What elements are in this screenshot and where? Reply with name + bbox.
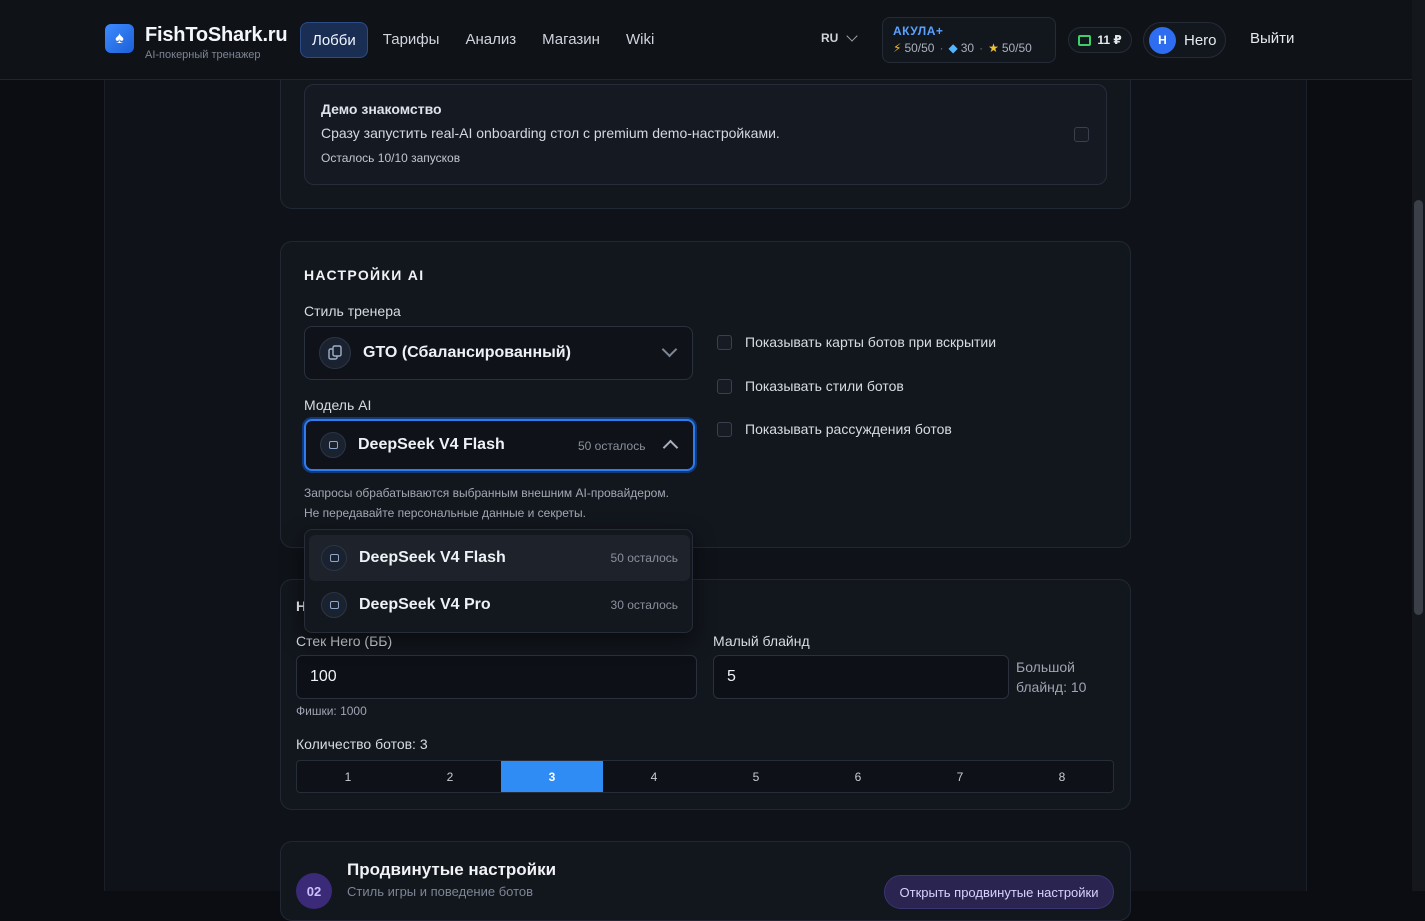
model-icon — [320, 432, 346, 458]
bots-option-6[interactable]: 6 — [807, 761, 909, 792]
show-bot-cards-checkbox[interactable] — [717, 334, 732, 350]
brand-subtitle: AI-покерный тренажер — [145, 49, 261, 61]
bots-option-1[interactable]: 1 — [297, 761, 399, 792]
demo-title: Демо знакомство — [321, 101, 442, 117]
model-option-remaining: 50 осталось — [610, 551, 678, 565]
bots-option-4[interactable]: 4 — [603, 761, 705, 792]
user-menu[interactable]: H Hero — [1143, 22, 1226, 58]
plan-stats: ⚡ 50/50 · ◆ 30 · ★ 50/50 — [893, 41, 1045, 55]
model-option-label: DeepSeek V4 Flash — [359, 549, 506, 566]
model-select[interactable]: DeepSeek V4 Flash 50 осталось — [304, 419, 695, 471]
model-option-flash[interactable]: DeepSeek V4 Flash 50 осталось — [309, 535, 690, 581]
bots-option-7[interactable]: 7 — [909, 761, 1011, 792]
nav-shop[interactable]: Магазин — [531, 22, 611, 58]
bots-option-3[interactable]: 3 — [501, 761, 603, 792]
nav-wiki[interactable]: Wiki — [615, 22, 665, 58]
big-blind-line-2: блайнд: 10 — [1016, 679, 1087, 695]
bots-count-selector: 1 2 3 4 5 6 7 8 — [296, 760, 1114, 793]
model-option-pro[interactable]: DeepSeek V4 Pro 30 осталось — [309, 582, 690, 628]
bots-option-5[interactable]: 5 — [705, 761, 807, 792]
gems-value: 30 — [960, 41, 975, 55]
demo-option[interactable]: Демо знакомство Сразу запустить real-AI … — [304, 84, 1107, 185]
model-dropdown: DeepSeek V4 Flash 50 осталось DeepSeek V… — [304, 529, 693, 633]
advanced-title: Продвинутые настройки — [347, 860, 557, 879]
advanced-description: Стиль игры и поведение ботов — [347, 884, 534, 899]
demo-checkbox[interactable] — [1074, 127, 1089, 142]
lightning-icon: ⚡ — [893, 41, 902, 55]
bots-count-label: Количество ботов: 3 — [296, 736, 428, 752]
separator: · — [939, 41, 944, 55]
logout-button[interactable]: Выйти — [1250, 30, 1294, 47]
ai-settings-title: НАСТРОЙКИ AI — [304, 267, 425, 283]
demo-description: Сразу запустить real-AI onboarding стол … — [321, 125, 780, 141]
show-bot-reasoning-checkbox[interactable] — [717, 421, 732, 437]
model-value: DeepSeek V4 Flash — [358, 436, 505, 453]
wallet-amount: 11 ₽ — [1097, 33, 1122, 47]
option-show-bot-styles[interactable]: Показывать стили ботов — [717, 378, 904, 394]
demo-note: Осталось 10/10 запусков — [321, 151, 461, 165]
model-icon — [321, 592, 347, 618]
model-option-remaining: 30 осталось — [610, 598, 678, 612]
top-header: ♠ FishToShark.ru AI-покерный тренажер Ло… — [0, 0, 1412, 80]
nav-tariffs[interactable]: Тарифы — [372, 22, 451, 58]
chevron-down-icon — [846, 30, 859, 42]
user-name: Hero — [1184, 31, 1217, 49]
show-bot-cards-label: Показывать карты ботов при вскрытии — [745, 334, 997, 350]
energy-value: 50/50 — [904, 41, 935, 55]
logo-icon[interactable]: ♠ — [105, 24, 134, 53]
stack-input[interactable]: 100 — [296, 655, 697, 699]
stack-label: Стек Hero (ББ) — [296, 633, 393, 649]
small-blind-label: Малый блайнд — [713, 633, 810, 649]
show-bot-reasoning-label: Показывать рассуждения ботов — [745, 421, 952, 437]
option-show-bot-cards[interactable]: Показывать карты ботов при вскрытии — [717, 334, 996, 350]
separator: · — [979, 41, 984, 55]
stars-value: 50/50 — [1001, 41, 1032, 55]
wallet-icon — [1078, 34, 1092, 46]
nav-lobby[interactable]: Лобби — [300, 22, 368, 58]
star-icon: ★ — [988, 41, 999, 55]
option-show-bot-reasoning[interactable]: Показывать рассуждения ботов — [717, 421, 952, 437]
coach-style-label: Стиль тренера — [304, 303, 401, 319]
privacy-hint-line-2: Не передавайте персональные данные и сек… — [304, 506, 586, 520]
model-icon — [321, 545, 347, 571]
brand[interactable]: FishToShark.ru AI-покерный тренажер — [145, 24, 288, 61]
privacy-hint-line-1: Запросы обрабатываются выбранным внешним… — [304, 486, 669, 500]
chevron-down-icon — [661, 341, 678, 358]
bots-option-8[interactable]: 8 — [1011, 761, 1113, 792]
model-label: Модель AI — [304, 397, 372, 413]
language-selector[interactable]: RU — [821, 30, 859, 45]
brand-title[interactable]: FishToShark.ru — [145, 24, 288, 47]
big-blind-note: Большой блайнд: 10 — [1016, 657, 1086, 697]
model-remaining: 50 осталось — [578, 439, 646, 453]
chips-note: Фишки: 1000 — [296, 704, 367, 718]
diamond-icon: ◆ — [948, 41, 958, 55]
privacy-hint: Запросы обрабатываются выбранным внешним… — [304, 483, 669, 523]
plan-badge[interactable]: АКУЛА+ ⚡ 50/50 · ◆ 30 · ★ 50/50 — [882, 17, 1056, 63]
scrollbar-thumb[interactable] — [1414, 200, 1423, 615]
plan-name: АКУЛА+ — [893, 24, 944, 38]
bots-option-2[interactable]: 2 — [399, 761, 501, 792]
wallet-balance[interactable]: 11 ₽ — [1068, 27, 1132, 53]
coach-style-select[interactable]: GTO (Сбалансированный) — [304, 326, 693, 380]
big-blind-line-1: Большой — [1016, 659, 1075, 675]
avatar: H — [1149, 26, 1176, 54]
main-nav: Лобби Тарифы Анализ Магазин Wiki — [300, 22, 669, 58]
show-bot-styles-checkbox[interactable] — [717, 378, 732, 394]
step-number: 02 — [296, 873, 332, 909]
model-option-label: DeepSeek V4 Pro — [359, 596, 491, 613]
open-advanced-button[interactable]: Открыть продвинутые настройки — [884, 875, 1114, 909]
coach-style-value: GTO (Сбалансированный) — [363, 344, 571, 361]
nav-analysis[interactable]: Анализ — [454, 22, 527, 58]
language-label: RU — [821, 31, 839, 45]
chevron-up-icon — [662, 439, 679, 456]
show-bot-styles-label: Показывать стили ботов — [745, 378, 904, 394]
small-blind-input[interactable]: 5 — [713, 655, 1009, 699]
cards-icon — [319, 337, 351, 369]
